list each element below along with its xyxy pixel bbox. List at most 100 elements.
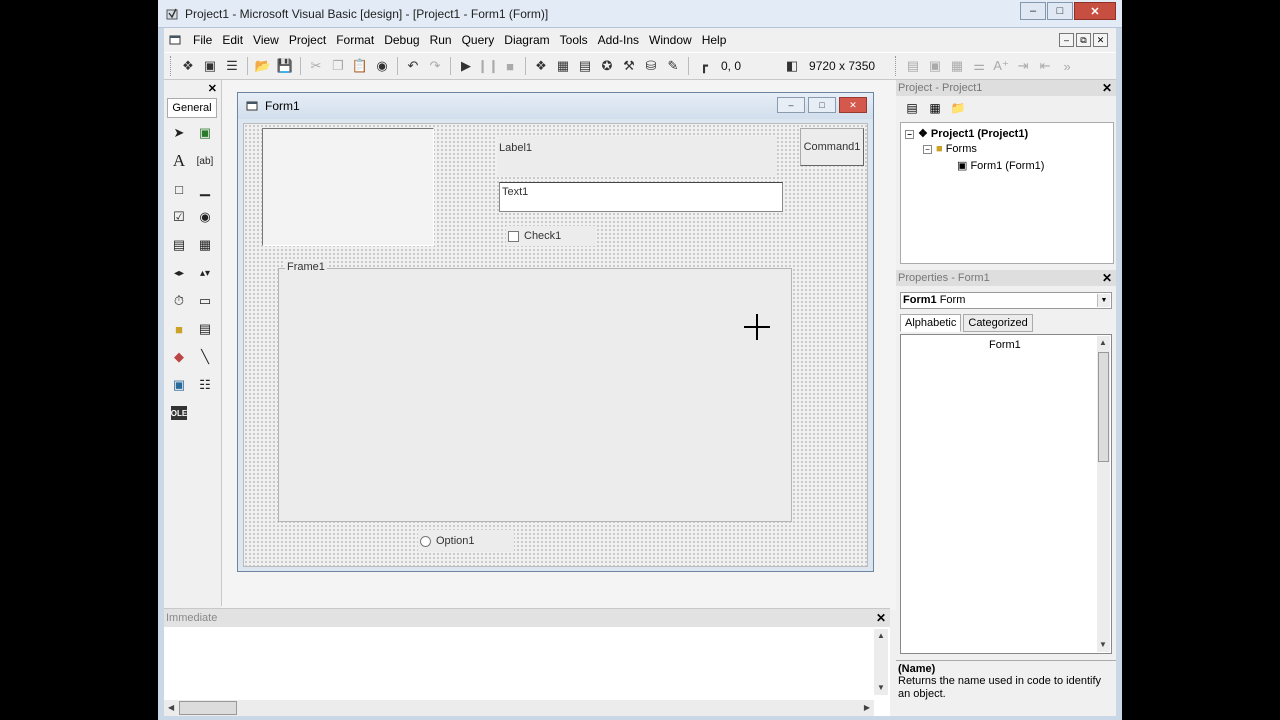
object-selector[interactable]: Form1 Form ▼ [900, 292, 1112, 309]
menu-run[interactable]: Run [425, 28, 457, 52]
command1-button[interactable]: Command1 [800, 128, 864, 166]
menu-add-ins[interactable]: Add-Ins [593, 28, 644, 52]
form-title-bar[interactable]: Form1 – □ ✕ [238, 93, 873, 119]
ole-tool-icon[interactable]: OLE [171, 406, 187, 420]
paste-icon[interactable]: 📋 [349, 55, 371, 77]
horizontal-spacing-icon[interactable]: ⚌ [968, 55, 990, 77]
textbox-tool-icon[interactable]: [ab] [194, 150, 216, 172]
close-button[interactable]: ✕ [1074, 2, 1116, 20]
picturebox-tool-icon[interactable]: ▣ [194, 122, 216, 144]
immediate-horizontal-scrollbar[interactable]: ◀ ▶ [164, 700, 874, 716]
project-close-icon[interactable]: ✕ [1102, 80, 1112, 96]
toolbox-tab-general[interactable]: General [167, 98, 217, 118]
redo-icon[interactable]: ↷ [424, 55, 446, 77]
form-close-button[interactable]: ✕ [839, 97, 867, 113]
project-explorer-icon[interactable]: ❖ [530, 55, 552, 77]
frame-tool-icon[interactable]: □ [168, 178, 190, 200]
pause-icon[interactable]: ❙❙ [477, 55, 499, 77]
cut-icon[interactable]: ✂ [305, 55, 327, 77]
menu-help[interactable]: Help [697, 28, 732, 52]
scroll-right-icon[interactable]: ▶ [864, 703, 870, 712]
menu-debug[interactable]: Debug [379, 28, 424, 52]
form-maximize-button[interactable]: □ [808, 97, 836, 113]
immediate-window[interactable]: Immediate ✕ ▲ ▼ ◀ ▶ [164, 608, 890, 716]
scroll-up-icon[interactable]: ▲ [1099, 338, 1107, 347]
tab-alphabetic[interactable]: Alphabetic [900, 314, 962, 332]
run-icon[interactable]: ▶ [455, 55, 477, 77]
collapse-icon[interactable]: − [905, 129, 914, 139]
drivelistbox-tool-icon[interactable]: ▭ [194, 290, 216, 312]
make-same-size-icon[interactable]: ▦ [946, 55, 968, 77]
menu-editor-icon[interactable]: ☰ [221, 55, 243, 77]
data-view-icon[interactable]: ⛁ [640, 55, 662, 77]
tree-forms-folder[interactable]: − ■ Forms [923, 143, 977, 155]
property-scroll-thumb[interactable] [1098, 352, 1109, 462]
outdent-icon[interactable]: ⇤ [1034, 55, 1056, 77]
shape-tool-icon[interactable]: ◆ [168, 346, 190, 368]
image-tool-icon[interactable]: ▣ [168, 374, 190, 396]
save-icon[interactable]: 💾 [274, 55, 296, 77]
hscrollbar-tool-icon[interactable]: ◂▸ [168, 262, 190, 284]
property-grid-scrollbar[interactable]: ▲ ▼ [1097, 336, 1110, 652]
project-tree[interactable]: − ❖ Project1 (Project1) − ■ Forms ▣ Form1 … [900, 122, 1114, 264]
label-tool-icon[interactable]: A [168, 150, 190, 172]
chevron-down-icon[interactable]: ▼ [1097, 294, 1110, 307]
find-icon[interactable]: ◉ [371, 55, 393, 77]
dirlistbox-tool-icon[interactable]: ■ [168, 318, 190, 340]
component-manager-icon[interactable]: ✎ [662, 55, 684, 77]
option1-radio[interactable]: Option1 [418, 530, 514, 552]
picturebox-control[interactable] [262, 128, 434, 246]
menu-view[interactable]: View [248, 28, 284, 52]
pointer-tool-icon[interactable]: ➤ [168, 122, 190, 144]
menu-query[interactable]: Query [457, 28, 500, 52]
immediate-close-icon[interactable]: ✕ [876, 609, 886, 627]
maximize-button[interactable]: □ [1047, 2, 1073, 20]
timer-tool-icon[interactable]: ⏱ [168, 290, 190, 312]
scroll-down-icon[interactable]: ▼ [1099, 640, 1107, 649]
align-icon[interactable]: ▤ [902, 55, 924, 77]
mdi-close-button[interactable]: ✕ [1093, 33, 1108, 47]
stop-icon[interactable]: ■ [499, 55, 521, 77]
mdi-minimize-button[interactable]: – [1059, 33, 1074, 47]
scroll-left-icon[interactable]: ◀ [168, 703, 174, 712]
indent-icon[interactable]: ⇥ [1012, 55, 1034, 77]
text1-textbox[interactable]: Text1 [499, 182, 783, 212]
undo-icon[interactable]: ↶ [402, 55, 424, 77]
form1-window[interactable]: Form1 – □ ✕ Label1 Command1 Text1 Check1… [237, 92, 874, 572]
properties-close-icon[interactable]: ✕ [1102, 270, 1112, 286]
checkbox-tool-icon[interactable]: ☑ [168, 206, 190, 228]
immediate-vertical-scrollbar[interactable]: ▲ ▼ [874, 629, 888, 695]
toolbar-grip[interactable] [895, 56, 898, 76]
menu-file[interactable]: File [188, 28, 217, 52]
frame1-control[interactable]: Frame1 [278, 261, 792, 522]
add-project-icon[interactable]: ❖ [177, 55, 199, 77]
form-document-icon[interactable] [168, 33, 182, 47]
tree-form1-item[interactable]: ▣ Form1 (Form1) [957, 159, 1044, 172]
menu-edit[interactable]: Edit [217, 28, 248, 52]
line-tool-icon[interactable]: ╲ [194, 346, 216, 368]
optionbutton-tool-icon[interactable]: ◉ [194, 206, 216, 228]
increase-font-icon[interactable]: A⁺ [990, 55, 1012, 77]
toolbox-icon[interactable]: ⚒ [618, 55, 640, 77]
scroll-down-icon[interactable]: ▼ [877, 683, 885, 692]
menu-window[interactable]: Window [644, 28, 697, 52]
view-object-icon[interactable]: ▦ [925, 99, 945, 117]
menu-tools[interactable]: Tools [555, 28, 593, 52]
toggle-folders-icon[interactable]: 📁 [948, 99, 968, 117]
property-value[interactable]: Form1 [989, 339, 1021, 351]
properties-window-icon[interactable]: ▦ [552, 55, 574, 77]
toolbar-overflow-icon[interactable]: » [1056, 55, 1078, 77]
filelistbox-tool-icon[interactable]: ▤ [194, 318, 216, 340]
mdi-restore-button[interactable]: ⧉ [1076, 33, 1091, 47]
menu-project[interactable]: Project [284, 28, 331, 52]
object-browser-icon[interactable]: ✪ [596, 55, 618, 77]
open-folder-icon[interactable]: 📂 [252, 55, 274, 77]
form-client-area[interactable]: Label1 Command1 Text1 Check1 Frame1 Opti… [243, 123, 868, 567]
immediate-scroll-thumb[interactable] [179, 701, 237, 715]
property-grid[interactable]: Form1 ▲ ▼ [900, 334, 1112, 654]
menu-format[interactable]: Format [331, 28, 379, 52]
combobox-tool-icon[interactable]: ▤ [168, 234, 190, 256]
form-minimize-button[interactable]: – [777, 97, 805, 113]
vscrollbar-tool-icon[interactable]: ▴▾ [194, 262, 216, 284]
center-icon[interactable]: ▣ [924, 55, 946, 77]
